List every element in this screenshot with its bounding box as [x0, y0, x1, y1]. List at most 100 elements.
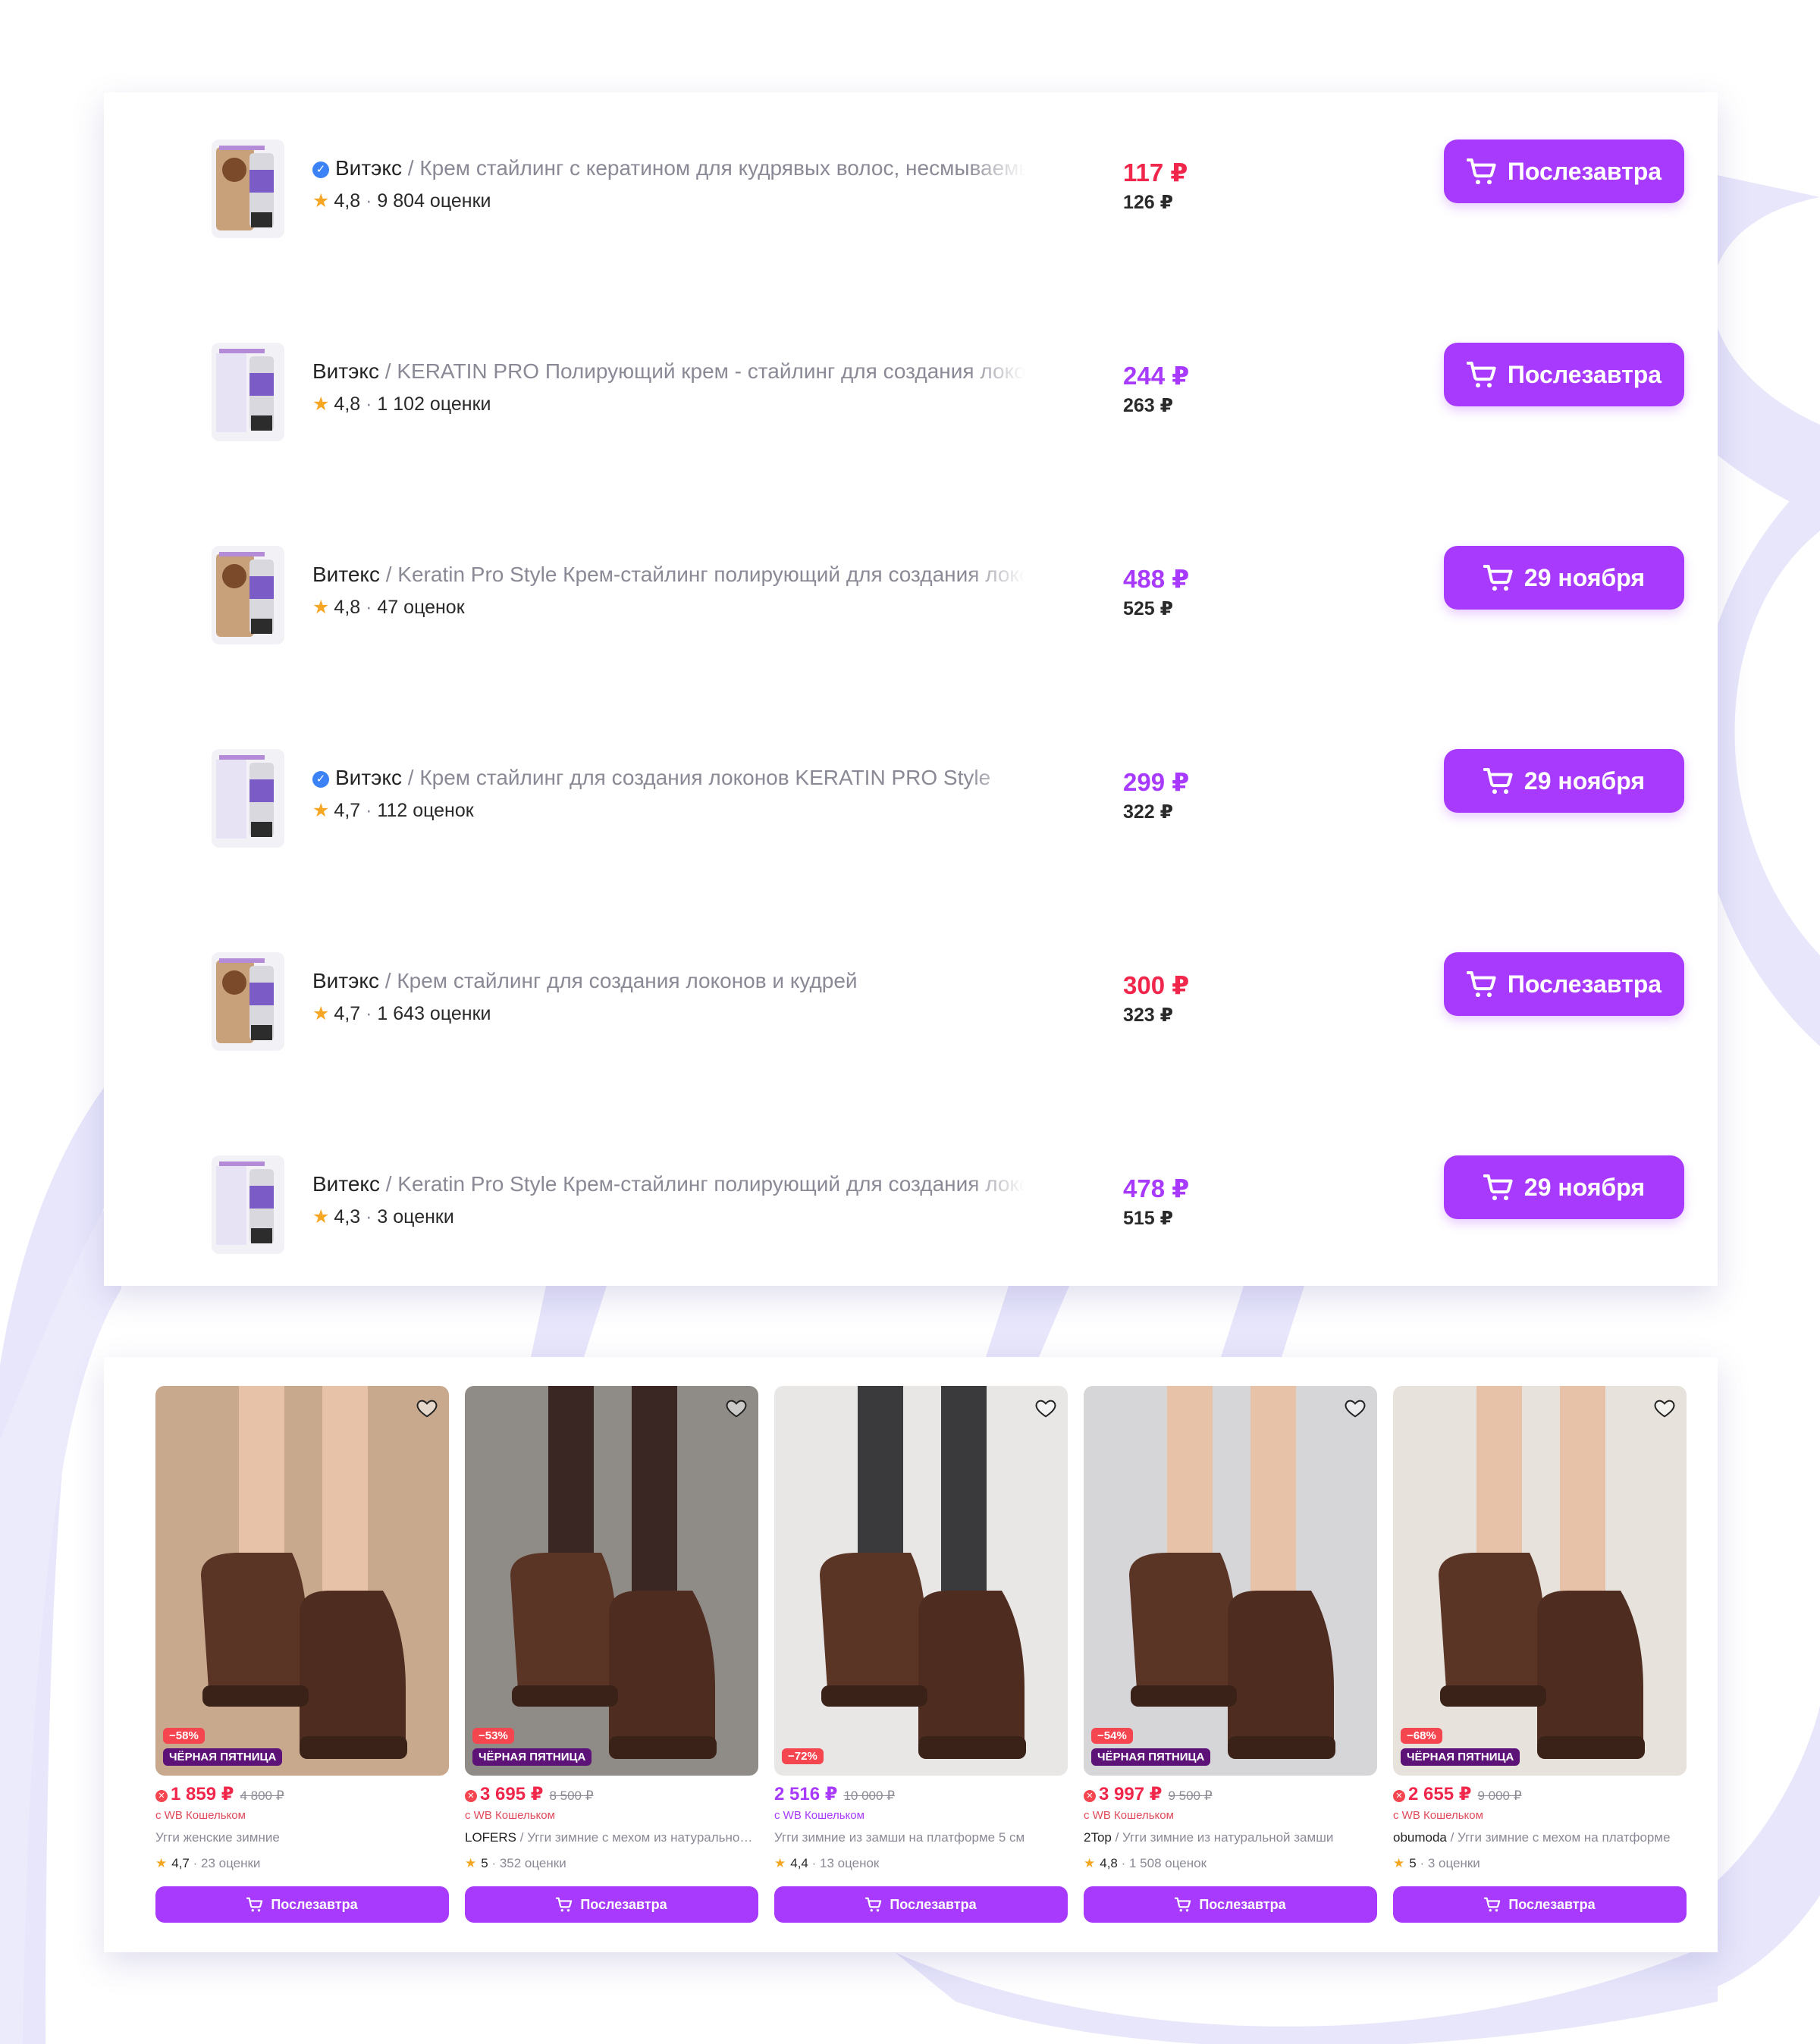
brand-name: LOFERS — [465, 1830, 517, 1845]
favorite-heart-icon[interactable] — [1033, 1395, 1059, 1421]
list-item[interactable]: Витекс / Keratin Pro Style Крем-стайлинг… — [104, 546, 1718, 660]
add-to-cart-button[interactable]: Послезавтра — [774, 1886, 1068, 1923]
product-title[interactable]: Витэкс / Крем стайлинг для создания локо… — [312, 969, 1025, 993]
reviews-count: 112 оценок — [377, 800, 474, 821]
discount-badge: −68% — [1401, 1728, 1442, 1744]
price: 478 ₽ — [1123, 1174, 1190, 1202]
product-title[interactable]: LOFERS / Угги зимние с мехом из натураль… — [465, 1830, 758, 1845]
favorite-heart-icon[interactable] — [723, 1395, 749, 1421]
product-thumbnail[interactable] — [212, 1155, 284, 1254]
reviews-count: 9 804 оценки — [377, 190, 491, 212]
discount-badge: −54% — [1091, 1728, 1133, 1744]
rating: ★ 4,7 · 23 оценки — [155, 1856, 260, 1871]
reviews-count: 1 508 оценок — [1129, 1856, 1207, 1870]
product-card[interactable]: −68% ЧЁРНАЯ ПЯТНИЦА ✕ 2 655 ₽ 9 000 ₽ с WB Ко… — [1393, 1386, 1687, 1933]
product-photo[interactable]: −53% ЧЁРНАЯ ПЯТНИЦА — [465, 1386, 758, 1776]
product-photo[interactable]: −54% ЧЁРНАЯ ПЯТНИЦА — [1084, 1386, 1377, 1776]
hair-cream-product-icon — [212, 952, 284, 1051]
hair-cream-product-icon — [212, 749, 284, 848]
brand-name: Витекс — [312, 563, 380, 586]
reviews-count: 1 643 оценки — [377, 1003, 491, 1024]
product-thumbnail[interactable] — [212, 343, 284, 441]
product-photo[interactable]: −58% ЧЁРНАЯ ПЯТНИЦА — [155, 1386, 449, 1776]
product-photo[interactable]: −72% — [774, 1386, 1068, 1776]
list-item[interactable]: ✓ Витэкс / Крем стайлинг с кератином для … — [104, 140, 1718, 253]
add-to-cart-button[interactable]: Послезавтра — [465, 1886, 758, 1923]
delivery-date-label: Послезавтра — [1507, 157, 1662, 185]
favorite-heart-icon[interactable] — [414, 1395, 440, 1421]
add-to-cart-button[interactable]: Послезавтра — [1444, 140, 1684, 203]
product-card[interactable]: −53% ЧЁРНАЯ ПЯТНИЦА ✕ 3 695 ₽ 8 500 ₽ с WB Ко… — [465, 1386, 758, 1933]
product-card[interactable]: −72% 2 516 ₽ 10 000 ₽ с WB Кошельком Угги зи… — [774, 1386, 1068, 1933]
product-title[interactable]: Угги зимние из замши на платформе 5 см — [774, 1830, 1068, 1845]
wb-wallet-icon: ✕ — [465, 1790, 477, 1802]
product-title[interactable]: 2Top / Угги зимние из натуральной замши — [1084, 1830, 1377, 1845]
price-line: ✕ 1 859 ₽ 4 800 ₽ — [155, 1783, 284, 1805]
add-to-cart-button[interactable]: Послезавтра — [1444, 952, 1684, 1016]
product-thumbnail[interactable] — [212, 140, 284, 238]
favorite-heart-icon[interactable] — [1342, 1395, 1368, 1421]
rating-value: 4,4 — [790, 1856, 808, 1870]
add-to-cart-button[interactable]: Послезавтра — [155, 1886, 449, 1923]
rating: ★ 4,8 · 1 508 оценок — [1084, 1856, 1207, 1871]
add-to-cart-button[interactable]: 29 ноября — [1444, 749, 1684, 813]
verified-icon: ✓ — [312, 161, 329, 178]
separator: · — [360, 190, 378, 212]
price: 1 859 ₽ — [171, 1784, 234, 1804]
hair-cream-product-icon — [212, 546, 284, 644]
separator: · — [360, 597, 378, 618]
add-to-cart-button[interactable]: Послезавтра — [1444, 343, 1684, 406]
add-to-cart-button[interactable]: 29 ноября — [1444, 546, 1684, 610]
product-name: / Keratin Pro Style Крем-стайлинг полиру… — [379, 563, 1025, 586]
product-thumbnail[interactable] — [212, 952, 284, 1051]
star-icon: ★ — [312, 597, 330, 618]
rating-value: 4,8 — [334, 190, 361, 212]
delivery-date-label: 29 ноября — [1523, 1173, 1646, 1201]
separator: · — [360, 1003, 378, 1024]
product-title[interactable]: Витэкс / KERATIN PRO Полирующий крем - с… — [312, 359, 1025, 384]
price: 3 997 ₽ — [1099, 1784, 1163, 1804]
product-name: / Крем стайлинг для создания локонов KER… — [402, 766, 991, 789]
product-grid-panel: −58% ЧЁРНАЯ ПЯТНИЦА ✕ 1 859 ₽4 800 ₽ с WB Ко… — [104, 1357, 1718, 1952]
product-photo[interactable]: −68% ЧЁРНАЯ ПЯТНИЦА — [1393, 1386, 1687, 1776]
star-icon: ★ — [1393, 1856, 1405, 1870]
product-name: / Угги зимние с мехом на платформе — [1446, 1830, 1671, 1845]
product-thumbnail[interactable] — [212, 749, 284, 848]
black-friday-badge: ЧЁРНАЯ ПЯТНИЦА — [472, 1748, 592, 1766]
product-card[interactable]: −54% ЧЁРНАЯ ПЯТНИЦА ✕ 3 997 ₽ 9 500 ₽ с WB Ко… — [1084, 1386, 1377, 1933]
favorite-heart-icon[interactable] — [1652, 1395, 1677, 1421]
black-friday-badge: ЧЁРНАЯ ПЯТНИЦА — [1401, 1748, 1520, 1766]
old-price: 10 000 ₽ — [843, 1788, 895, 1803]
product-name: / Угги зимние из натуральной замши — [1111, 1830, 1334, 1845]
product-card[interactable]: −58% ЧЁРНАЯ ПЯТНИЦА ✕ 1 859 ₽ 4 800 ₽ с WB Ко… — [155, 1386, 449, 1933]
old-price: 515 ₽ — [1123, 1208, 1174, 1229]
price: 244 ₽ — [1123, 362, 1190, 390]
price-line: ✕ 3 997 ₽ 9 500 ₽ — [1084, 1783, 1213, 1805]
product-title[interactable]: Витекс / Keratin Pro Style Крем-стайлинг… — [312, 1172, 1025, 1196]
hair-cream-product-icon — [212, 343, 284, 441]
add-to-cart-button[interactable]: 29 ноября — [1444, 1155, 1684, 1219]
product-thumbnail[interactable] — [212, 546, 284, 644]
product-title[interactable]: Витекс / Keratin Pro Style Крем-стайлинг… — [312, 563, 1025, 587]
add-to-cart-button[interactable]: Послезавтра — [1393, 1886, 1687, 1923]
list-item[interactable]: Витэкс / Крем стайлинг для создания локо… — [104, 952, 1718, 1066]
product-title[interactable]: obumoda / Угги зимние с мехом на платфор… — [1393, 1830, 1687, 1845]
delivery-date-label: 29 ноября — [1523, 766, 1646, 795]
rating-value: 5 — [1409, 1856, 1417, 1870]
product-title[interactable]: Угги женские зимние — [155, 1830, 449, 1845]
reviews-count: 47 оценок — [377, 597, 465, 618]
cart-icon — [1483, 768, 1513, 795]
delivery-date-label: Послезавтра — [890, 1896, 977, 1912]
old-price: 126 ₽ — [1123, 192, 1174, 213]
product-title[interactable]: ✓ Витэкс / Крем стайлинг для создания лок… — [312, 766, 1025, 790]
list-item[interactable]: Витэкс / KERATIN PRO Полирующий крем - с… — [104, 343, 1718, 456]
list-item[interactable]: ✓ Витэкс / Крем стайлинг для создания лок… — [104, 749, 1718, 863]
add-to-cart-button[interactable]: Послезавтра — [1084, 1886, 1377, 1923]
product-title[interactable]: ✓ Витэкс / Крем стайлинг с кератином для … — [312, 156, 1025, 180]
separator: · — [360, 800, 378, 821]
reviews-count: 23 оценки — [201, 1856, 261, 1870]
discount-badge: −72% — [782, 1748, 824, 1764]
list-item[interactable]: Витекс / Keratin Pro Style Крем-стайлинг… — [104, 1155, 1718, 1269]
price: 3 695 ₽ — [480, 1784, 544, 1804]
rating-value: 4,8 — [334, 597, 361, 618]
